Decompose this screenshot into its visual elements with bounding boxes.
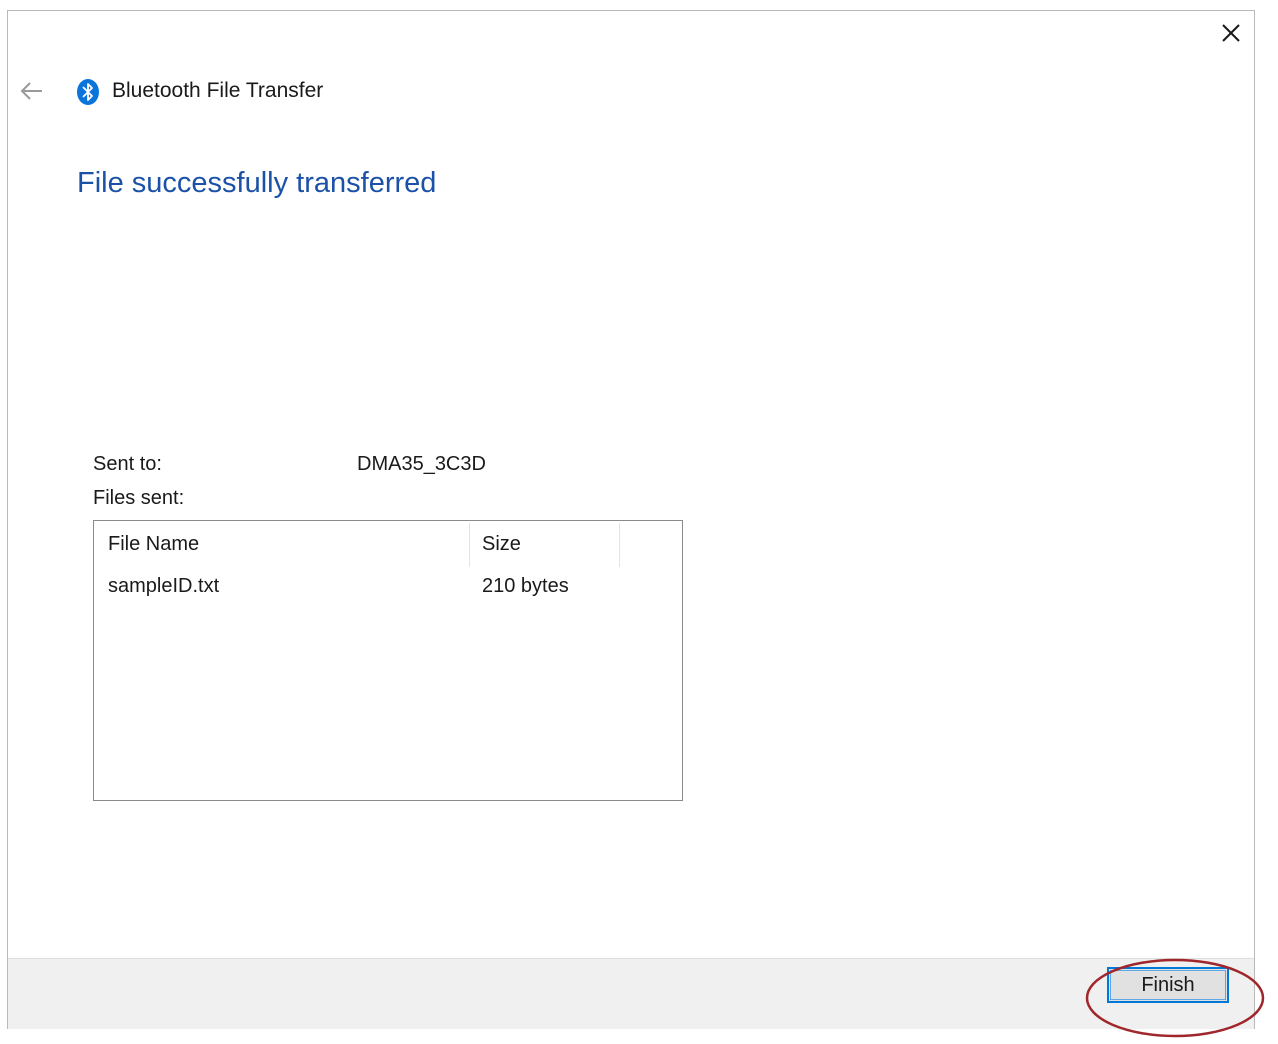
dialog-footer	[8, 958, 1254, 1029]
file-size-cell: 210 bytes	[482, 575, 569, 597]
back-button[interactable]	[18, 77, 46, 105]
page-title: File successfully transferred	[77, 167, 437, 199]
file-name-cell: sampleID.txt	[108, 575, 220, 597]
column-header-file-name[interactable]: File Name	[108, 521, 199, 567]
dialog-window: Bluetooth File Transfer File successfull…	[7, 10, 1255, 1029]
close-button[interactable]	[1214, 19, 1248, 49]
column-separator[interactable]	[469, 523, 470, 567]
sent-to-value: DMA35_3C3D	[357, 453, 486, 475]
finish-button[interactable]: Finish	[1107, 967, 1229, 1003]
files-list[interactable]: File Name Size sampleID.txt 210 bytes	[93, 520, 683, 801]
window-title: Bluetooth File Transfer	[112, 79, 324, 102]
column-separator[interactable]	[619, 523, 620, 567]
column-header-size[interactable]: Size	[482, 521, 521, 567]
back-arrow-icon	[20, 82, 42, 100]
close-icon	[1222, 24, 1240, 42]
sent-to-label: Sent to:	[93, 453, 162, 475]
files-sent-label: Files sent:	[93, 487, 185, 509]
bluetooth-icon	[76, 78, 100, 106]
